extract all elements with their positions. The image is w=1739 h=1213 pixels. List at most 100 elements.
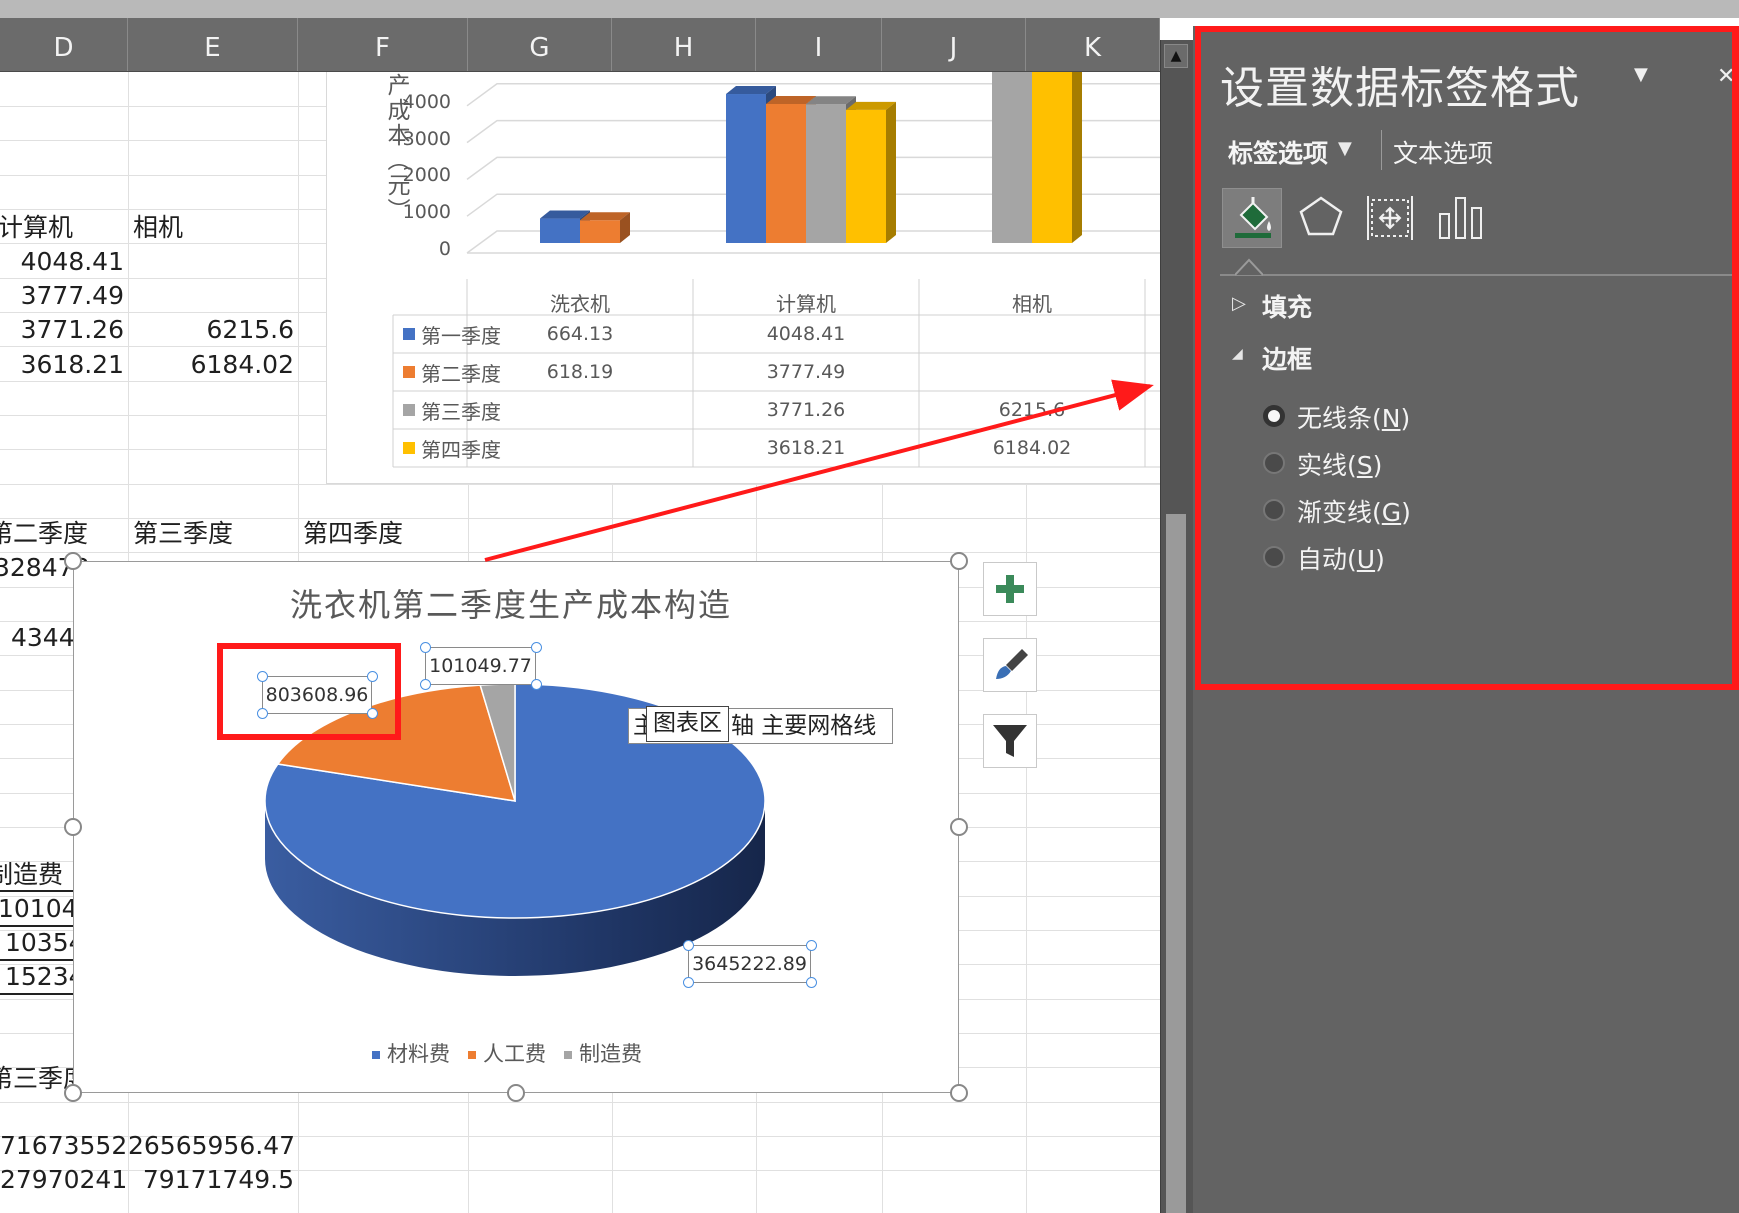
bar-front[interactable] [580, 220, 620, 243]
table-cell: 664.13 [546, 323, 614, 345]
legend-swatch [564, 1051, 572, 1059]
resize-handle-top-left[interactable] [64, 552, 82, 570]
table-cell: 4048.41 [766, 323, 846, 345]
legend-item[interactable]: 材料费 [372, 1042, 450, 1066]
resize-handle-right[interactable] [950, 818, 968, 836]
legend-label: 制造费 [579, 1042, 642, 1066]
category-label: 计算机 [776, 292, 836, 316]
scrollbar-thumb[interactable] [1166, 514, 1186, 1213]
column-header-d[interactable]: D [0, 18, 128, 71]
bar-front[interactable] [766, 103, 806, 243]
y-tick-label: 2000 [402, 164, 451, 187]
cell-e-26565956[interactable]: 26565956.47 [128, 1131, 295, 1161]
table-cell: 3777.49 [766, 361, 846, 383]
legend-swatch [403, 366, 415, 378]
cell-d-71673552[interactable]: 71673552 [0, 1131, 127, 1161]
resize-handle-top-right[interactable] [950, 552, 968, 570]
table-cell: 6184.02 [992, 437, 1072, 459]
paintbrush-icon [996, 649, 1028, 679]
resize-handle-bottom[interactable] [507, 1084, 525, 1102]
chart-styles-button[interactable] [983, 638, 1037, 692]
legend-label: 材料费 [387, 1042, 450, 1066]
category-label: 相机 [1012, 292, 1052, 316]
cell-e-q3[interactable]: 6215.6 [128, 315, 294, 345]
window-top-strip [0, 0, 1739, 18]
table-cell: 618.19 [546, 361, 614, 383]
selection-handle[interactable] [683, 940, 694, 951]
data-label-material[interactable]: 3645222.89 [688, 945, 811, 983]
legend-swatch [468, 1051, 476, 1059]
series-name: 第四季度 [421, 438, 501, 462]
selection-handle[interactable] [806, 940, 817, 951]
selection-handle[interactable] [531, 679, 542, 690]
column-header-i[interactable]: I [756, 18, 882, 71]
selection-handle[interactable] [683, 977, 694, 988]
bar-front[interactable] [992, 72, 1032, 244]
table-cell: 3771.26 [766, 399, 846, 421]
resize-handle-bottom-right[interactable] [950, 1084, 968, 1102]
bar-front[interactable] [540, 218, 580, 243]
bar-side [1072, 72, 1082, 243]
series-name: 第三季度 [421, 400, 501, 424]
resize-handle-left[interactable] [64, 818, 82, 836]
data-label-manufacturing[interactable]: 101049.77 [425, 647, 536, 685]
annotation-box-pane [1195, 26, 1739, 690]
cell-d-q2[interactable]: 3777.49 [0, 281, 124, 311]
legend-item[interactable]: 制造费 [564, 1042, 642, 1066]
filter-icon [993, 725, 1027, 757]
bar-chart[interactable]: 生产成本（元） 010002000300040005000 洗衣机计算机相机 第… [326, 72, 1161, 484]
legend-item[interactable]: 人工费 [468, 1042, 546, 1066]
chart-elements-button[interactable] [983, 562, 1037, 616]
legend-swatch [403, 442, 415, 454]
resize-handle-bottom-left[interactable] [64, 1084, 82, 1102]
y-tick-label: 4000 [402, 90, 451, 113]
legend-label: 人工费 [483, 1042, 546, 1066]
column-header-g[interactable]: G [468, 18, 612, 71]
column-header-k[interactable]: K [1026, 18, 1160, 71]
category-label: 洗衣机 [550, 292, 610, 316]
y-tick-label: 5000 [391, 72, 451, 76]
bar-front[interactable] [1032, 72, 1072, 243]
scroll-up-arrow-icon[interactable]: ▲ [1164, 44, 1188, 68]
row-underline [0, 959, 74, 961]
column-header-f[interactable]: F [298, 18, 468, 71]
cell-e-79171749[interactable]: 79171749.5 [128, 1165, 294, 1195]
selection-handle[interactable] [420, 642, 431, 653]
selection-handle[interactable] [420, 679, 431, 690]
header-underline [0, 890, 74, 892]
legend-swatch [372, 1051, 380, 1059]
cell-d-computer[interactable]: 计算机 [0, 213, 73, 243]
row-underline [0, 925, 74, 927]
bar-side [886, 101, 896, 243]
y-tick-label: 3000 [402, 127, 451, 150]
cell-e-q4[interactable]: 6184.02 [128, 350, 294, 380]
chart-filters-button[interactable] [983, 714, 1037, 768]
column-header-e[interactable]: E [128, 18, 298, 71]
selection-handle[interactable] [531, 642, 542, 653]
bar-front[interactable] [726, 94, 766, 243]
cell-d-q4[interactable]: 3618.21 [0, 350, 124, 380]
cell-d-manufacturing[interactable]: 制造费 [0, 860, 63, 890]
table-cell: 6215.6 [998, 399, 1066, 421]
bar-front[interactable] [846, 109, 886, 243]
cell-e-header-q3[interactable]: 第三季度 [133, 519, 233, 549]
cell-d-q3[interactable]: 3771.26 [0, 315, 124, 345]
row-underline [0, 993, 74, 995]
y-tick-label: 0 [438, 238, 451, 260]
plus-icon [996, 575, 1024, 603]
table-cell: 3618.21 [766, 437, 846, 459]
selection-handle[interactable] [806, 977, 817, 988]
cell-d-27970241[interactable]: 27970241 [0, 1165, 127, 1195]
y-tick-label: 1000 [402, 201, 451, 224]
bar-front[interactable] [806, 104, 846, 243]
tooltip-suffix: 轴 主要网格线 [731, 713, 877, 739]
column-header-h[interactable]: H [612, 18, 756, 71]
cell-f-header-q4[interactable]: 第四季度 [303, 519, 403, 549]
annotation-box-data-label [217, 643, 401, 740]
column-header-j[interactable]: J [882, 18, 1026, 71]
cell-e-camera[interactable]: 相机 [133, 213, 183, 243]
legend-swatch [403, 404, 415, 416]
cell-d-header-q2[interactable]: 第二季度 [0, 519, 88, 549]
tooltip-chart-area: 图表区 [646, 706, 729, 742]
cell-d-q1[interactable]: 4048.41 [0, 247, 124, 277]
